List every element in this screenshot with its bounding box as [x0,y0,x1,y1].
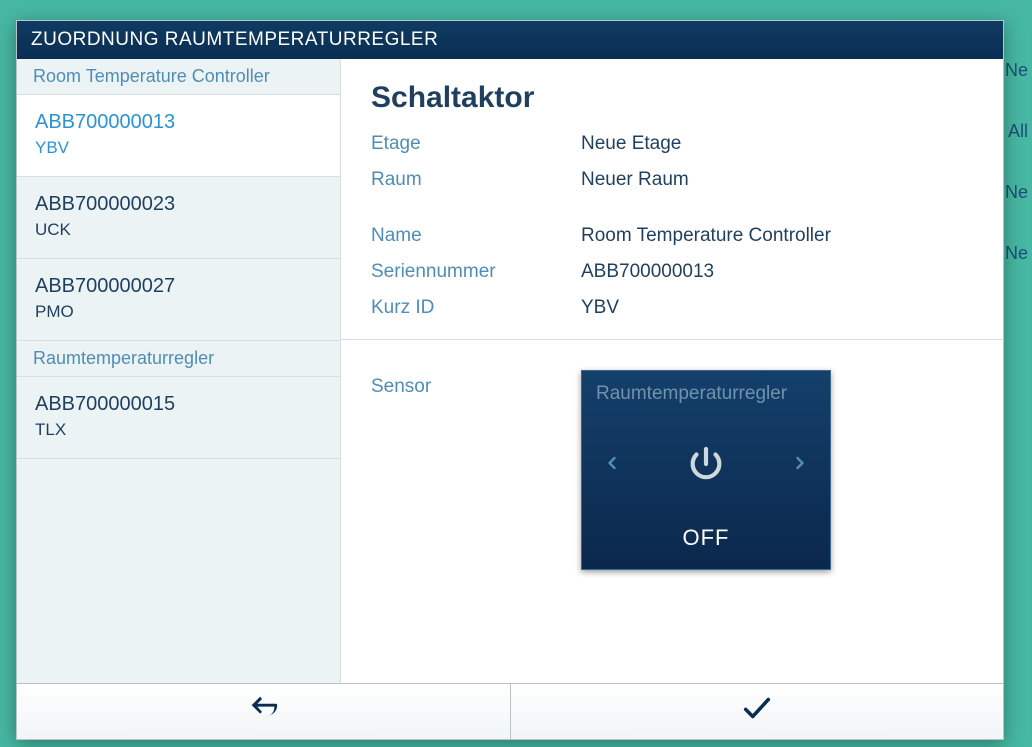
sidebar-item-abb700000015[interactable]: ABB700000015 TLX [17,377,340,459]
label-name: Name [371,225,581,247]
value-name: Room Temperature Controller [581,225,831,247]
device-short-id: PMO [35,302,322,322]
device-serial: ABB700000013 [35,111,322,134]
sensor-state: OFF [596,511,816,569]
dialog-title: ZUORDNUNG RAUMTEMPERATURREGLER [17,21,1003,59]
value-seriennummer: ABB700000013 [581,261,714,283]
value-raum: Neuer Raum [581,169,689,191]
sidebar-section-header-rtc: Room Temperature Controller [17,59,340,95]
device-serial: ABB700000027 [35,275,322,298]
sensor-tile-title: Raumtemperaturregler [596,383,816,405]
label-etage: Etage [371,133,581,155]
sensor-tile[interactable]: Raumtemperaturregler OFF [581,370,831,570]
device-serial: ABB700000023 [35,193,322,216]
sidebar-section-header-raumtemp: Raumtemperaturregler [17,341,340,377]
device-sidebar: Room Temperature Controller ABB700000013… [17,59,341,683]
detail-title: Schaltaktor [371,81,973,115]
device-short-id: YBV [35,138,322,158]
sidebar-item-abb700000027[interactable]: ABB700000027 PMO [17,259,340,341]
device-short-id: UCK [35,220,322,240]
label-seriennummer: Seriennummer [371,261,581,283]
background-partial-labels: Ne All Ne Ne [1005,60,1032,304]
value-etage: Neue Etage [581,133,681,155]
detail-panel: Schaltaktor Etage Neue Etage Raum Neuer … [341,59,1003,683]
label-kurz-id: Kurz ID [371,297,581,319]
label-sensor: Sensor [371,370,581,398]
label-raum: Raum [371,169,581,191]
back-button[interactable] [17,684,511,739]
device-short-id: TLX [35,420,322,440]
sidebar-item-abb700000023[interactable]: ABB700000023 UCK [17,177,340,259]
sidebar-item-abb700000013[interactable]: ABB700000013 YBV [17,95,340,177]
power-icon[interactable] [684,442,728,486]
back-arrow-icon [246,691,280,732]
dialog-footer [17,683,1003,739]
assignment-dialog: ZUORDNUNG RAUMTEMPERATURREGLER Room Temp… [16,20,1004,740]
check-icon [740,691,774,732]
value-kurz-id: YBV [581,297,619,319]
sensor-prev-icon[interactable] [596,444,628,484]
sensor-next-icon[interactable] [784,444,816,484]
divider [341,339,1003,340]
confirm-button[interactable] [511,684,1004,739]
device-serial: ABB700000015 [35,393,322,416]
